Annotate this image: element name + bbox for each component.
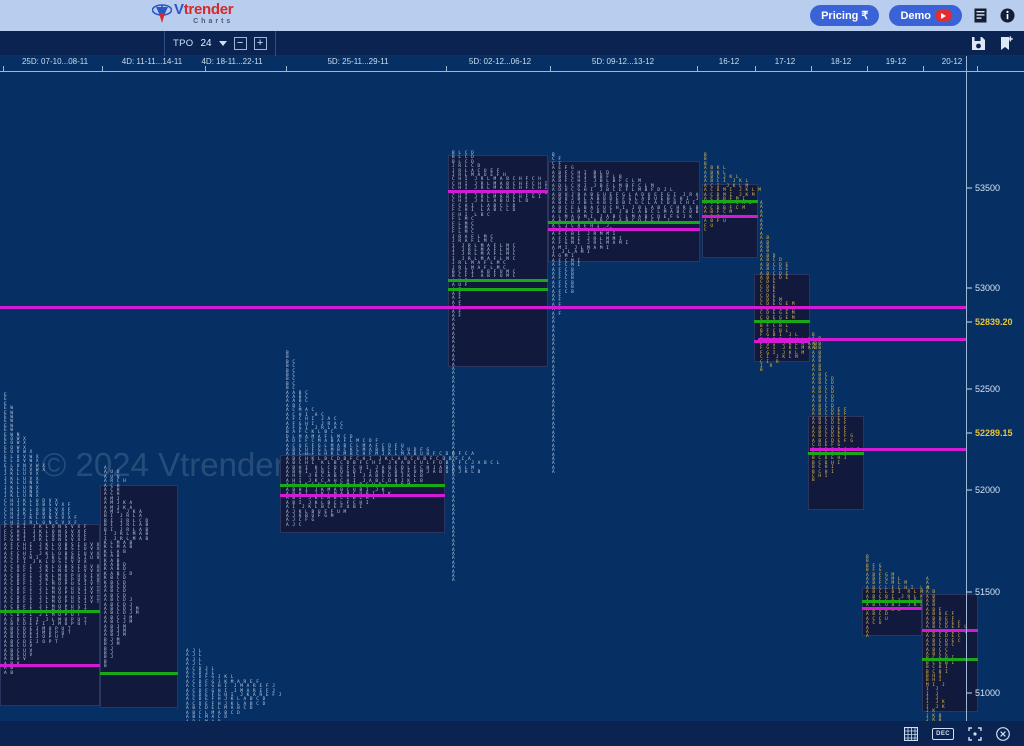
profile-18-12[interactable]: B A B A B A B A B A B A B A B A B A B C … (812, 333, 860, 484)
vtrender-trident-icon (151, 3, 173, 25)
status-bar: DEC (0, 721, 1024, 746)
logo-title-initial: V (174, 1, 184, 18)
profile-4d-nov-11-va-line-0 (100, 672, 178, 675)
chevron-down-icon[interactable] (218, 41, 227, 46)
price-tick-2 (967, 321, 972, 323)
price-tick-1 (967, 287, 972, 289)
profile-19-12[interactable]: B B B F G B F G A B F G M A B F G M L A … (866, 555, 930, 640)
profile-5d-dec-09-poc-line-1 (548, 228, 700, 231)
price-tick-3 (967, 388, 972, 390)
poc-line-52839 (0, 306, 966, 309)
price-label-3: 52500 (975, 384, 1001, 394)
date-label-7: 17-12 (774, 57, 796, 66)
poc-line-upper (758, 338, 966, 341)
profile-19-12-poc-line-1 (862, 607, 922, 610)
profile-5d-dec-02-va-line-2 (448, 288, 548, 291)
price-label-4: 52289.15 (975, 428, 1013, 438)
profile-19-12-va-line-0 (862, 600, 922, 603)
profile-17-12[interactable]: A A A A A A A A A B A B A B A B A B D A … (760, 201, 817, 374)
profile-18-12-va-line-0 (808, 452, 864, 455)
date-label-9: 19-12 (885, 57, 907, 66)
profile-4d-nov-11[interactable]: A A U U A U U A R C H A C H A C H A C H … (104, 466, 149, 670)
poc-line-52289 (810, 448, 966, 451)
logo-title: Vtrender (174, 1, 234, 18)
price-tick-4 (967, 432, 972, 434)
toolbar-right-actions (971, 31, 1014, 56)
bookmark-add-icon[interactable] (999, 35, 1014, 52)
price-label-1: 53000 (975, 283, 1001, 293)
date-label-5: 5D: 09-12...13-12 (591, 57, 655, 66)
chart-toolbar: TPO 24 − + (0, 31, 1024, 56)
save-icon[interactable] (971, 36, 986, 51)
profile-16-12-poc-line-1 (702, 215, 758, 218)
profile-16-12-va-line-0 (702, 200, 758, 203)
pricing-button[interactable]: Pricing ₹ (810, 5, 880, 26)
tpo-label: TPO (173, 38, 194, 49)
date-label-3: 5D: 25-11...29-11 (327, 57, 389, 66)
profile-5d-nov-25-va-line-0 (280, 484, 445, 487)
date-label-10: 20-12 (941, 57, 963, 66)
profile-5d-dec-02-va-line-1 (448, 279, 548, 282)
logo-subtitle: Charts (193, 18, 234, 25)
profile-20-12[interactable]: A A A A B A B A B A B A B F A B D E F A … (926, 577, 968, 721)
price-label-5: 52000 (975, 485, 1001, 495)
info-icon[interactable] (999, 7, 1016, 25)
price-tick-6 (967, 591, 972, 593)
youtube-play-icon (936, 10, 951, 21)
price-label-6: 51500 (975, 587, 1001, 597)
profile-5d-dec-02-poc-line-0 (448, 190, 548, 193)
grid-icon[interactable] (904, 726, 919, 741)
demo-button-label: Demo (900, 9, 931, 22)
profile-4d-nov-18[interactable]: A J L A J L A J L A J L A C D J L A C D … (186, 649, 282, 721)
tpo-control-group: TPO 24 − + (164, 31, 276, 56)
profile-plot[interactable]: © 2024 Vtrender C E E E E W E W E W E W … (0, 72, 978, 721)
tpo-value[interactable]: 24 (200, 38, 211, 49)
month-badge[interactable]: DEC (932, 727, 954, 740)
date-label-2: 4D: 18-11...22-11 (201, 57, 263, 66)
price-label-7: 51000 (975, 688, 1001, 698)
date-label-1: 4D: 11-11...14-11 (121, 57, 183, 66)
tpo-decrease-button[interactable]: − (233, 37, 247, 50)
app-header: Vtrender Charts Pricing ₹ Demo (0, 0, 1024, 31)
date-label-8: 18-12 (830, 57, 852, 66)
chart-area[interactable]: 25D: 07-10...08-11 4D: 11-11...14-11 4D: 1… (0, 56, 1024, 721)
profile-16-12[interactable]: B B B A B K L A B K L A B C J K L A B C … (704, 153, 761, 233)
list-icon[interactable] (972, 7, 989, 25)
logo-title-rest: trender (183, 1, 234, 18)
profile-25d-oct-nov[interactable]: E E E E W E W E W E W E W E W E W N E O … (4, 393, 113, 676)
profile-5d-nov-25-poc-line-1 (280, 494, 445, 497)
price-tick-5 (967, 489, 972, 491)
pricing-button-label: Pricing ₹ (821, 10, 869, 22)
date-label-0: 25D: 07-10...08-11 (21, 57, 89, 66)
profile-17-12-va-line-0 (754, 320, 810, 323)
tpo-increase-button[interactable]: + (253, 37, 267, 50)
close-circle-icon[interactable] (996, 726, 1010, 741)
header-actions: Pricing ₹ Demo (810, 0, 1016, 31)
demo-button[interactable]: Demo (889, 5, 962, 26)
profile-5d-dec-09-va-line-0 (548, 221, 700, 224)
price-axis[interactable]: 53500 53000 52839.20 52500 52289.15 52000 5150… (966, 56, 1024, 721)
price-tick-7 (967, 692, 972, 694)
price-label-0: 53500 (975, 183, 1001, 193)
price-tick-0 (967, 187, 972, 189)
date-label-6: 16-12 (718, 57, 740, 66)
price-label-2: 52839.20 (975, 317, 1013, 327)
fit-screen-icon[interactable] (968, 726, 982, 741)
brand-logo[interactable]: Vtrender Charts (151, 1, 234, 25)
date-axis: 25D: 07-10...08-11 4D: 11-11...14-11 4D: 1… (0, 56, 1024, 72)
profile-25d-oct-nov-va-line-0 (0, 610, 100, 613)
date-label-4: 5D: 02-12...06-12 (468, 57, 532, 66)
profile-25d-oct-nov-poc-line-1 (0, 664, 100, 667)
